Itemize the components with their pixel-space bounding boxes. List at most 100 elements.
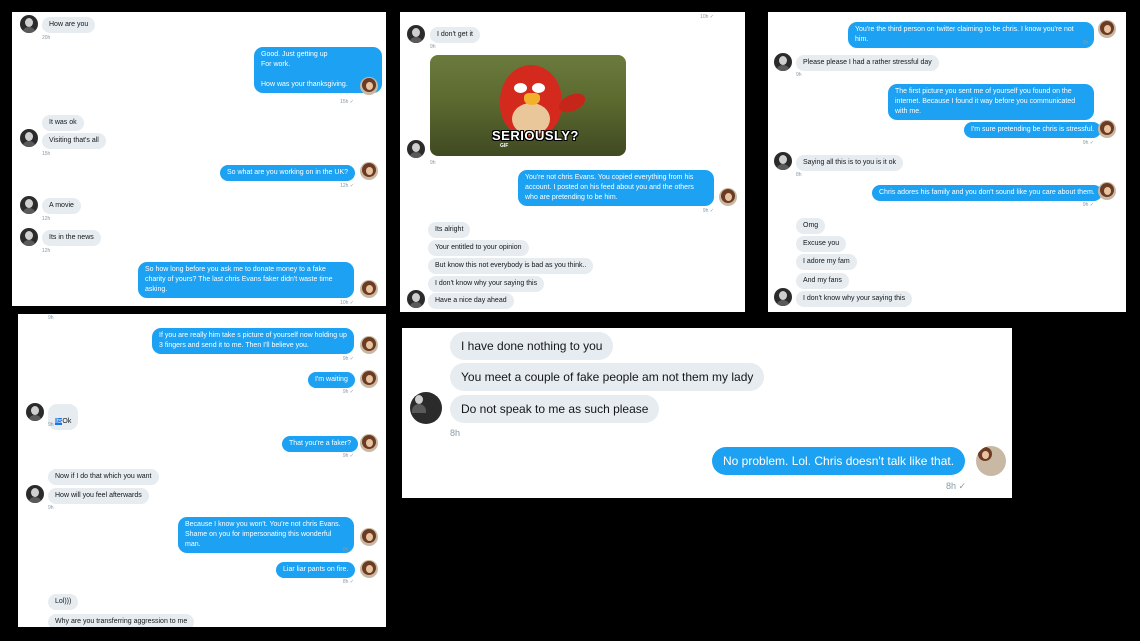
user-avatar[interactable] [1098, 20, 1116, 38]
message-incoming: Why are you transferring aggression to m… [48, 614, 195, 627]
message-incoming: Your entitled to your opinion [428, 240, 529, 256]
message-outgoing: Chris adores his family and you don't so… [872, 185, 1102, 201]
message-incoming: Do not speak to me as such please [450, 395, 660, 423]
timestamp: 9h ✓ [342, 453, 354, 459]
contact-avatar[interactable] [774, 53, 792, 71]
message-outgoing: I'm sure pretending be chris is stressfu… [964, 122, 1102, 138]
message-incoming: I don't get it [430, 27, 480, 43]
timestamp: 9h [48, 505, 54, 511]
user-avatar[interactable] [360, 336, 378, 354]
message-outgoing: That you're a faker? [282, 436, 359, 452]
user-avatar[interactable] [360, 434, 378, 452]
angry-bird-beak [524, 93, 540, 105]
message-incoming: Visiting that's all [42, 133, 106, 149]
user-avatar[interactable] [1098, 120, 1116, 138]
contact-avatar[interactable] [407, 25, 425, 43]
chat-panel-5: I have done nothing to you You meet a co… [402, 328, 1012, 498]
timestamp: 8h [450, 428, 461, 438]
user-avatar[interactable] [360, 280, 378, 298]
message-incoming: I have done nothing to you [450, 332, 614, 360]
message-outgoing: No problem. Lol. Chris doesn't talk like… [712, 447, 966, 475]
chat-panel-1: How are you 20h Good. Just getting up Fo… [12, 12, 386, 306]
contact-avatar[interactable] [774, 152, 792, 170]
message-incoming: Excuse you [796, 236, 847, 252]
message-incoming: Have a nice day ahead [428, 293, 514, 309]
timestamp: 10h ✓ [340, 300, 354, 306]
chat-panel-4: 9h If you are really him take s picture … [18, 314, 386, 627]
message-incoming: Lol))) [48, 594, 79, 610]
message-incoming: Saying all this is to you is it ok [796, 155, 903, 171]
timestamp: 8h [796, 172, 802, 178]
timestamp: 9h ✓ [702, 208, 714, 214]
user-avatar[interactable] [360, 162, 378, 180]
timestamp: 9h ✓ [342, 389, 354, 395]
chat-panel-2: 10h ✓ I don't get it 9h SERIOUSLY? GIF 9… [400, 12, 745, 312]
chat-panel-3: You're the third person on twitter claim… [768, 12, 1126, 312]
angry-bird-eye [532, 83, 545, 93]
timestamp: 12h ✓ [340, 183, 354, 189]
contact-avatar[interactable] [774, 288, 792, 306]
message-incoming: You meet a couple of fake people am not … [450, 363, 765, 391]
message-incoming: And my fans [796, 273, 849, 289]
contact-avatar[interactable] [407, 140, 425, 158]
timestamp: 9h [430, 44, 436, 50]
angry-bird-eye [514, 83, 527, 93]
message-outgoing: I'm waiting [308, 372, 355, 388]
user-avatar[interactable] [360, 528, 378, 546]
message-outgoing: Liar liar pants on fire. [276, 562, 356, 578]
message-incoming: Please please I had a rather stressful d… [796, 55, 939, 71]
user-avatar[interactable] [360, 77, 378, 95]
timestamp: 9h [430, 160, 436, 166]
timestamp: 15h ✓ [340, 99, 354, 105]
contact-avatar[interactable] [20, 15, 38, 33]
timestamp: 8h ✓ [342, 547, 354, 553]
message-incoming: I don't know why your saying this [428, 276, 545, 292]
timestamp: 8h ✓ [342, 579, 354, 585]
message-incoming: But know this not everybody is bad as yo… [428, 258, 594, 274]
user-avatar[interactable] [360, 370, 378, 388]
user-avatar[interactable] [1098, 182, 1116, 200]
timestamp: 9h [48, 315, 54, 321]
gif-image[interactable]: SERIOUSLY? GIF [430, 55, 626, 156]
user-avatar[interactable] [719, 188, 737, 206]
timestamp: 12h [42, 216, 51, 222]
message-outgoing: The first picture you sent me of yoursel… [888, 84, 1094, 120]
message-incoming: How will you feel afterwards [48, 488, 149, 504]
timestamp: 8h ✓ [945, 481, 966, 491]
message-outgoing: If you are really him take s picture of … [152, 328, 354, 354]
user-avatar[interactable] [976, 446, 1006, 476]
message-outgoing: So how long before you ask me to donate … [138, 262, 354, 298]
timestamp: 9h ✓ [1082, 202, 1094, 208]
timestamp: 9h [796, 72, 802, 78]
message-outgoing: So what are you working on in the UK? [220, 165, 356, 181]
timestamp: 15h [42, 151, 51, 157]
gif-caption: SERIOUSLY? [492, 128, 579, 143]
timestamp: 10h ✓ [700, 14, 714, 20]
contact-avatar[interactable] [26, 485, 44, 503]
timestamp: 9h [48, 422, 54, 428]
contact-avatar[interactable] [410, 392, 442, 424]
gif-badge: GIF [500, 143, 509, 149]
message-outgoing: You're not chris Evans. You copied every… [518, 170, 714, 206]
contact-avatar[interactable] [20, 228, 38, 246]
message-incoming: I adore my fam [796, 254, 857, 270]
contact-avatar[interactable] [20, 196, 38, 214]
message-incoming: Omg [796, 218, 826, 234]
timestamp: 20h [42, 35, 51, 41]
timestamp: 9h ✓ [1082, 40, 1094, 46]
contact-avatar[interactable] [26, 403, 44, 421]
message-text: Ok [62, 418, 72, 425]
message-incoming: Its alright [428, 222, 471, 238]
timestamp: 9h ✓ [342, 356, 354, 362]
message-incoming: I don't know why your saying this [796, 291, 913, 307]
message-incoming: Its in the news [42, 230, 101, 246]
message-incoming: A movie [42, 198, 81, 214]
user-avatar[interactable] [360, 560, 378, 578]
contact-avatar[interactable] [407, 290, 425, 308]
contact-avatar[interactable] [20, 129, 38, 147]
message-incoming: How are you [42, 17, 96, 33]
timestamp: 9h ✓ [1082, 140, 1094, 146]
timestamp: 12h [42, 248, 51, 254]
message-incoming: It was ok [42, 115, 84, 131]
message-incoming: Now if I do that which you want [48, 469, 159, 485]
